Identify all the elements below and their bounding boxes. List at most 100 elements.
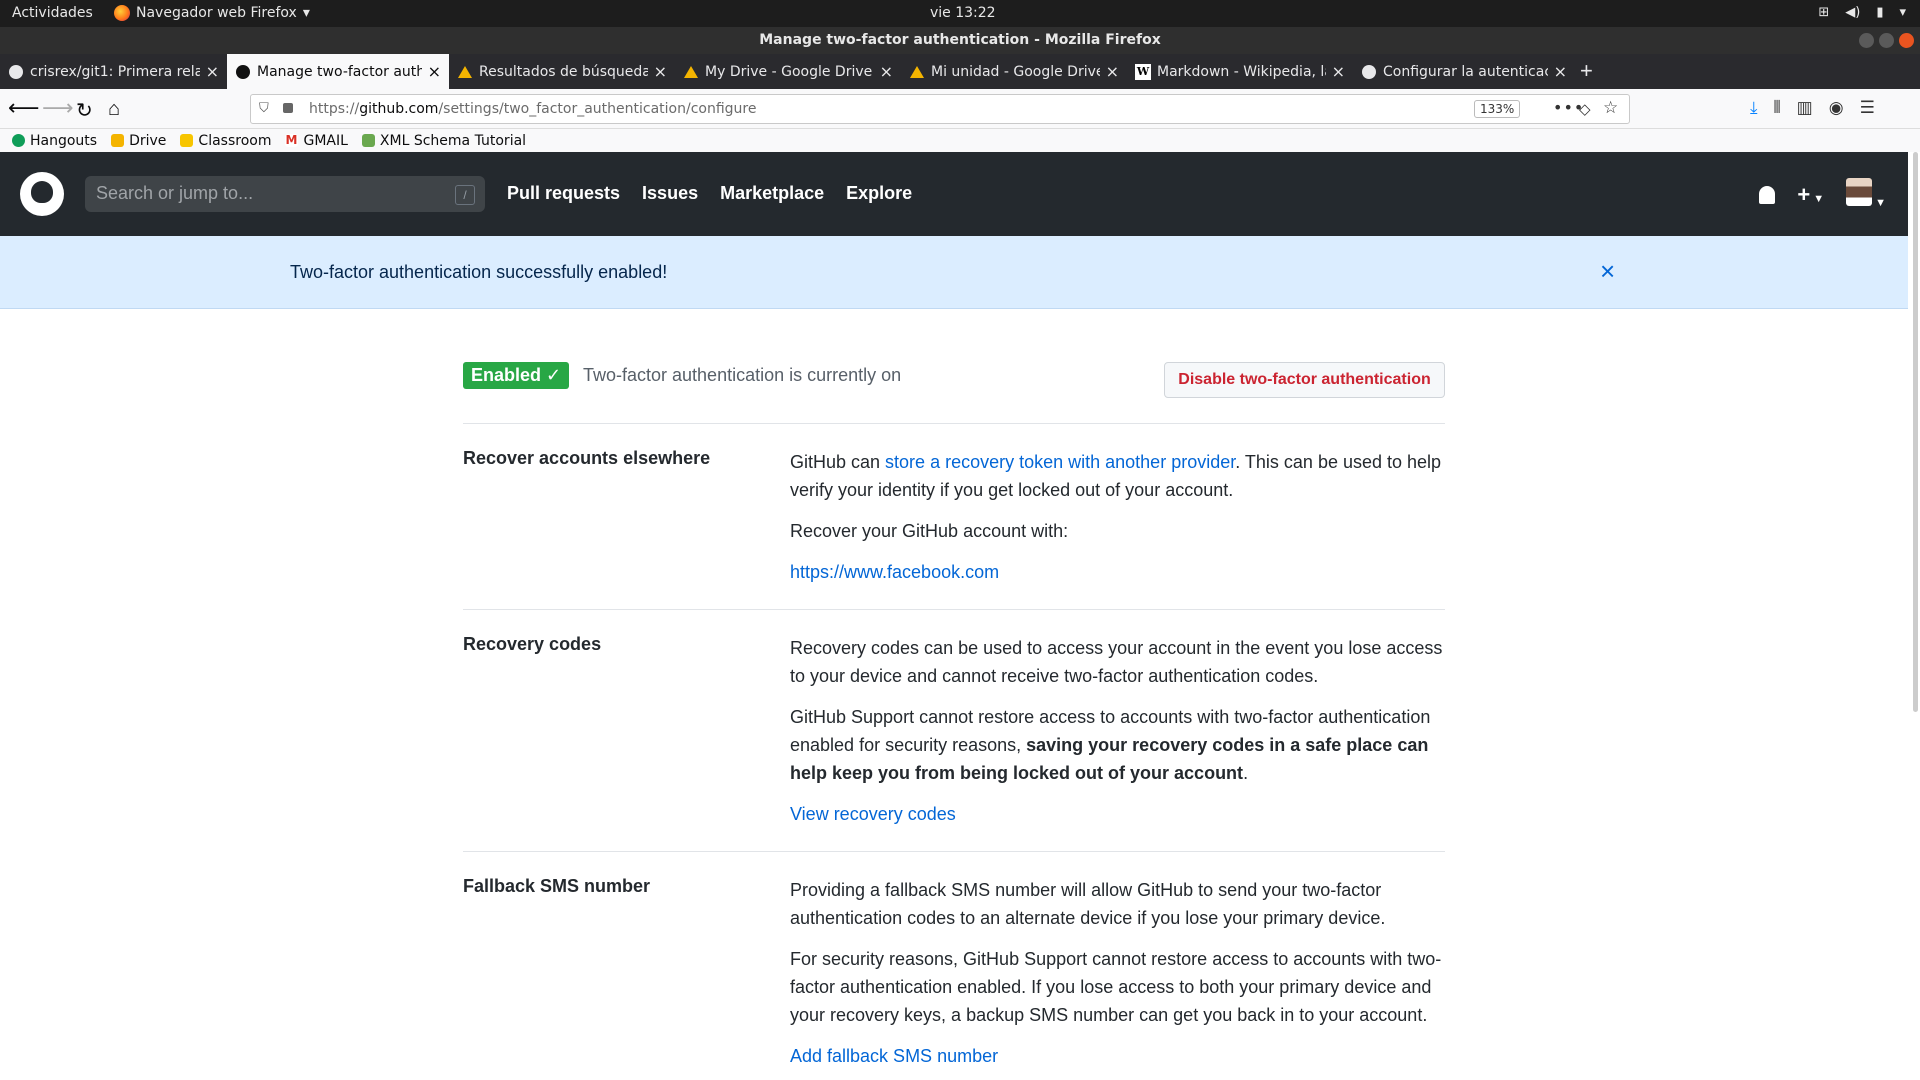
section-title: Fallback SMS number	[463, 876, 651, 896]
view-recovery-codes-link[interactable]: View recovery codes	[790, 804, 956, 824]
bookmark-drive[interactable]: Drive	[111, 133, 166, 149]
google-drive-icon	[909, 64, 925, 80]
back-icon[interactable]: ⟵	[8, 95, 40, 121]
section-text: Recovery codes can be used to access you…	[790, 638, 1443, 686]
close-tab-icon[interactable]: ×	[206, 62, 219, 81]
nav-marketplace[interactable]: Marketplace	[720, 183, 824, 204]
chevron-down-icon: ▼	[1875, 197, 1886, 209]
nav-explore[interactable]: Explore	[846, 183, 912, 204]
close-tab-icon[interactable]: ×	[1332, 62, 1345, 81]
status-badge: Enabled ✓	[463, 362, 570, 389]
github-icon	[235, 64, 251, 80]
system-top-bar: Actividades Navegador web Firefox ▾ vie …	[0, 0, 1920, 27]
pocket-icon[interactable]: ◇	[1579, 100, 1591, 118]
window-titlebar: Manage two-factor authentication - Mozil…	[0, 27, 1920, 54]
two-factor-settings: Enabled ✓ Two-factor authentication is c…	[463, 350, 1445, 1080]
tab[interactable]: crisrex/git1: Primera rela ×	[0, 54, 227, 89]
window-title: Manage two-factor authentication - Mozil…	[759, 32, 1161, 48]
close-window-icon[interactable]	[1899, 33, 1914, 48]
create-new-dropdown[interactable]: + ▼	[1797, 182, 1824, 208]
new-tab-icon[interactable]: +	[1580, 58, 1593, 84]
tab[interactable]: Configurar la autenticac ×	[1353, 54, 1575, 89]
download-icon[interactable]: ⤓	[1750, 98, 1758, 118]
tab-strip: crisrex/git1: Primera rela × Manage two-…	[0, 54, 1920, 89]
section-text: GitHub Support cannot restore access to …	[790, 707, 1431, 783]
scrollbar-thumb[interactable]	[1913, 152, 1918, 712]
url-text[interactable]: https://github.com/settings/two_factor_a…	[309, 101, 757, 117]
section-text: Providing a fallback SMS number will all…	[790, 880, 1386, 928]
chevron-down-icon: ▼	[1813, 193, 1825, 205]
network-icon: ⊞	[1818, 5, 1830, 20]
bookmarks-toolbar: Hangouts Drive Classroom M GMAIL XML Sche…	[0, 129, 1920, 153]
nav-issues[interactable]: Issues	[642, 183, 698, 204]
tab[interactable]: W Markdown - Wikipedia, la ×	[1127, 54, 1353, 89]
close-tab-icon[interactable]: ×	[654, 62, 667, 81]
search-hotkey: /	[455, 185, 475, 205]
firefox-icon	[114, 5, 130, 21]
user-menu[interactable]: ▼	[1846, 178, 1886, 212]
close-icon[interactable]: ×	[1600, 256, 1615, 287]
close-tab-icon[interactable]: ×	[1554, 62, 1567, 81]
tab[interactable]: Mi unidad - Google Drive ×	[901, 54, 1127, 89]
library-icon[interactable]: ⫴	[1774, 98, 1781, 118]
activities-button[interactable]: Actividades	[12, 5, 93, 21]
chevron-down-icon: ▾	[302, 5, 310, 21]
close-tab-icon[interactable]: ×	[428, 62, 441, 81]
tab[interactable]: My Drive - Google Drive ×	[675, 54, 901, 89]
url-bar[interactable]: ⛉ https://github.com/settings/two_factor…	[250, 94, 1630, 124]
section-title: Recover accounts elsewhere	[463, 448, 711, 468]
lock-icon[interactable]	[283, 103, 293, 113]
bookmark-xml-schema[interactable]: XML Schema Tutorial	[361, 133, 526, 149]
account-icon[interactable]: ◉	[1829, 98, 1844, 118]
section-text: Recover your GitHub account with:	[790, 521, 1069, 541]
section-text: For security reasons, GitHub Support can…	[790, 949, 1442, 1025]
tab-active[interactable]: Manage two-factor authe ×	[227, 54, 449, 89]
tab-label: Resultados de búsqueda	[479, 63, 648, 80]
facebook-provider-link[interactable]: https://www.facebook.com	[790, 562, 999, 582]
notifications-bell-icon[interactable]	[1759, 186, 1776, 204]
bookmark-hangouts[interactable]: Hangouts	[12, 133, 97, 149]
tab-label: Configurar la autenticac	[1383, 63, 1548, 80]
bookmark-gmail[interactable]: M GMAIL	[285, 133, 348, 149]
tab-label: Manage two-factor authe	[257, 63, 422, 80]
wikipedia-icon: W	[1135, 63, 1151, 80]
success-flash: Two-factor authentication successfully e…	[0, 236, 1908, 309]
maximize-icon[interactable]	[1879, 33, 1894, 48]
volume-icon: ◀)	[1845, 5, 1861, 20]
tracking-shield-icon[interactable]: ⛉	[259, 101, 269, 116]
navigation-bar: ⟵ ⟶ ↻ ⌂ ⛉ https://github.com/settings/tw…	[0, 89, 1920, 129]
add-fallback-sms-link[interactable]: Add fallback SMS number	[790, 1046, 998, 1066]
tab-label: Markdown - Wikipedia, la	[1157, 63, 1326, 80]
section-recover-accounts: Recover accounts elsewhere GitHub can st…	[463, 424, 1445, 610]
section-text: GitHub can store a recovery token with a…	[790, 452, 1442, 500]
tab-label: My Drive - Google Drive	[705, 63, 873, 80]
gmail-icon: M	[285, 133, 299, 147]
bookmark-classroom[interactable]: Classroom	[180, 133, 271, 149]
minimize-icon[interactable]	[1859, 33, 1874, 48]
google-drive-icon	[457, 64, 473, 80]
tab-label: Mi unidad - Google Drive	[931, 63, 1100, 80]
reload-icon[interactable]: ↻	[76, 98, 93, 123]
avatar	[1846, 178, 1873, 206]
disable-2fa-button[interactable]: Disable two-factor authentication	[1164, 362, 1445, 398]
github-icon	[1361, 64, 1377, 80]
home-icon[interactable]: ⌂	[108, 98, 120, 121]
app-menu[interactable]: Navegador web Firefox ▾	[114, 5, 310, 21]
system-tray[interactable]: ⊞ ◀) ▮ ▾	[1818, 5, 1906, 20]
zoom-indicator[interactable]: 133%	[1474, 100, 1521, 118]
menu-icon[interactable]: ☰	[1860, 98, 1875, 118]
nav-pull-requests[interactable]: Pull requests	[507, 183, 620, 204]
app-menu-label: Navegador web Firefox	[136, 5, 297, 21]
recovery-provider-link[interactable]: store a recovery token with another prov…	[885, 452, 1235, 472]
bookmark-star-icon[interactable]: ☆	[1603, 98, 1618, 118]
status-text: Two-factor authentication is currently o…	[583, 365, 902, 385]
section-title: Recovery codes	[463, 634, 602, 654]
forward-icon[interactable]: ⟶	[42, 95, 74, 121]
clock[interactable]: vie 13:22	[930, 5, 996, 21]
sidebar-icon[interactable]: ▥	[1797, 98, 1813, 118]
search-input[interactable]: Search or jump to... /	[85, 176, 485, 212]
close-tab-icon[interactable]: ×	[880, 62, 893, 81]
tab[interactable]: Resultados de búsqueda ×	[449, 54, 675, 89]
close-tab-icon[interactable]: ×	[1106, 62, 1119, 81]
github-logo-icon[interactable]	[20, 172, 64, 216]
